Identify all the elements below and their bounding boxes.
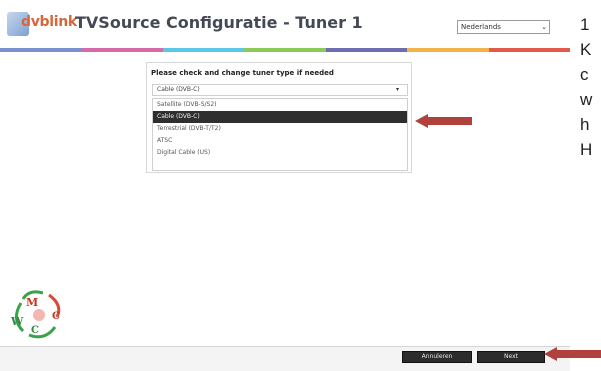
color-bar-segment — [0, 48, 82, 52]
side-text-line: w — [580, 90, 593, 109]
next-button[interactable]: Next — [477, 351, 545, 363]
mcwc-logo: M C W C — [9, 287, 79, 342]
color-bar-segment — [81, 48, 163, 52]
tuner-type-panel: Please check and change tuner type if ne… — [146, 62, 412, 173]
side-text-line: K — [580, 40, 592, 59]
svg-text:C: C — [52, 311, 60, 322]
arrow-shaft — [556, 350, 601, 358]
color-bar-segment — [325, 48, 408, 52]
arrow-shaft — [427, 117, 472, 125]
caret-down-icon: ▾ — [395, 86, 399, 93]
svg-text:W: W — [10, 315, 24, 328]
dvblink-window: dvblink TVSource Configuratie - Tuner 1 … — [0, 0, 570, 371]
panel-title: Please check and change tuner type if ne… — [151, 69, 334, 77]
dropdown-option-satellite[interactable]: Satellite (DVB-S/S2) — [153, 99, 407, 111]
tuner-type-select[interactable]: Cable (DVB-C) ▾ — [152, 84, 408, 96]
color-bar-segment — [407, 48, 489, 52]
side-text-line: c — [580, 65, 589, 84]
svg-text:M: M — [26, 296, 38, 309]
tuner-type-dropdown-list: Satellite (DVB-S/S2) Cable (DVB-C) Terre… — [152, 98, 408, 171]
side-text-line: h — [580, 115, 590, 134]
tuner-type-select-value: Cable (DVB-C) — [157, 86, 200, 93]
dropdown-option-digital-cable[interactable]: Digital Cable (US) — [153, 147, 407, 159]
page-title: TVSource Configuratie - Tuner 1 — [75, 13, 363, 32]
dropdown-option-terrestrial[interactable]: Terrestrial (DVB-T/T2) — [153, 123, 407, 135]
cancel-button[interactable]: Annuleren — [402, 351, 472, 363]
side-text-line: H — [580, 140, 593, 159]
dropdown-option-atsc[interactable]: ATSC — [153, 135, 407, 147]
language-select[interactable]: Nederlands ⌄ — [457, 20, 550, 34]
logo-text: dvblink — [21, 14, 77, 30]
dropdown-option-cable[interactable]: Cable (DVB-C) — [153, 111, 407, 123]
annotation-arrow-icon — [544, 347, 601, 361]
svg-text:C: C — [31, 325, 39, 336]
language-select-value: Nederlands — [461, 23, 501, 31]
color-bar-segment — [488, 48, 570, 52]
side-document-text: 1 K c w h H — [580, 12, 601, 162]
color-bar — [0, 48, 570, 52]
color-bar-segment — [162, 48, 245, 52]
color-bar-segment — [244, 48, 326, 52]
chevron-down-icon: ⌄ — [541, 23, 547, 31]
header: dvblink TVSource Configuratie - Tuner 1 … — [0, 0, 570, 48]
annotation-arrow-icon — [415, 114, 472, 128]
side-text-line: 1 — [580, 15, 590, 34]
